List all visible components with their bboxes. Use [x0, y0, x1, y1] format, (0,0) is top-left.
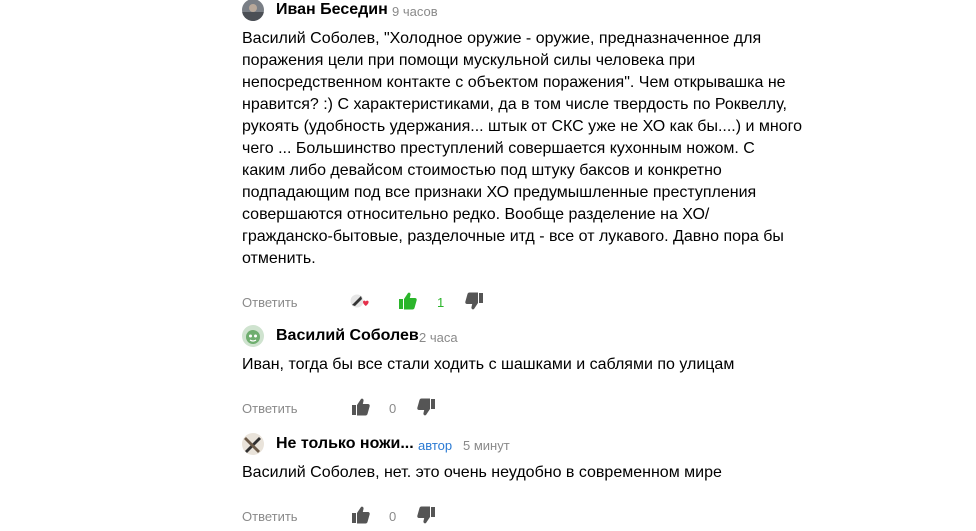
comment-author[interactable]: Не только ножи... — [276, 435, 414, 453]
thumbs-down-icon[interactable] — [463, 290, 485, 312]
comment-time: 9 часов — [392, 4, 438, 19]
avatar[interactable] — [242, 0, 264, 21]
thumbs-down-icon[interactable] — [415, 504, 437, 526]
reply-button[interactable]: Ответить — [242, 401, 298, 416]
reply-button[interactable]: Ответить — [242, 295, 298, 310]
like-count: 1 — [437, 295, 445, 310]
comment-author[interactable]: Иван Беседин — [276, 1, 388, 19]
like-count: 0 — [389, 401, 397, 416]
comment-header: Василий Соболев 2 часа — [242, 325, 822, 348]
thumbs-up-icon[interactable] — [350, 504, 372, 526]
comment-author[interactable]: Василий Соболев — [276, 327, 419, 345]
thumbs-up-icon[interactable] — [350, 396, 372, 418]
comment-actions: Ответить 0 — [242, 504, 822, 528]
thumbs-up-icon[interactable] — [397, 290, 419, 312]
comment-text: Василий Соболев, "Холодное оружие - оруж… — [242, 30, 803, 267]
like-count: 0 — [389, 509, 397, 524]
author-badge: автор — [418, 438, 453, 453]
thumbs-down-icon[interactable] — [415, 396, 437, 418]
avatar[interactable] — [242, 325, 264, 347]
comment: Василий Соболев 2 часа Иван, тогда бы вс… — [242, 325, 822, 420]
avatar[interactable] — [242, 433, 264, 455]
reaction-avatars[interactable] — [349, 293, 371, 311]
comment: Иван Беседин 9 часов Василий Соболев, "Х… — [242, 0, 822, 314]
comment-header: Не только ножи... автор 5 минут — [242, 433, 822, 456]
comment-time: 2 часа — [419, 330, 458, 345]
comment-actions: Ответить 1 — [242, 290, 822, 314]
comment-actions: Ответить 0 — [242, 396, 822, 420]
comment-text: Иван, тогда бы все стали ходить с шашкам… — [242, 356, 735, 373]
heart-icon — [363, 300, 369, 306]
comment-time: 5 минут — [463, 438, 510, 453]
comment: Не только ножи... автор 5 минут Василий … — [242, 433, 822, 528]
comment-text: Василий Соболев, нет. это очень неудобно… — [242, 464, 722, 481]
comment-header: Иван Беседин 9 часов — [242, 0, 822, 22]
reply-button[interactable]: Ответить — [242, 509, 298, 524]
